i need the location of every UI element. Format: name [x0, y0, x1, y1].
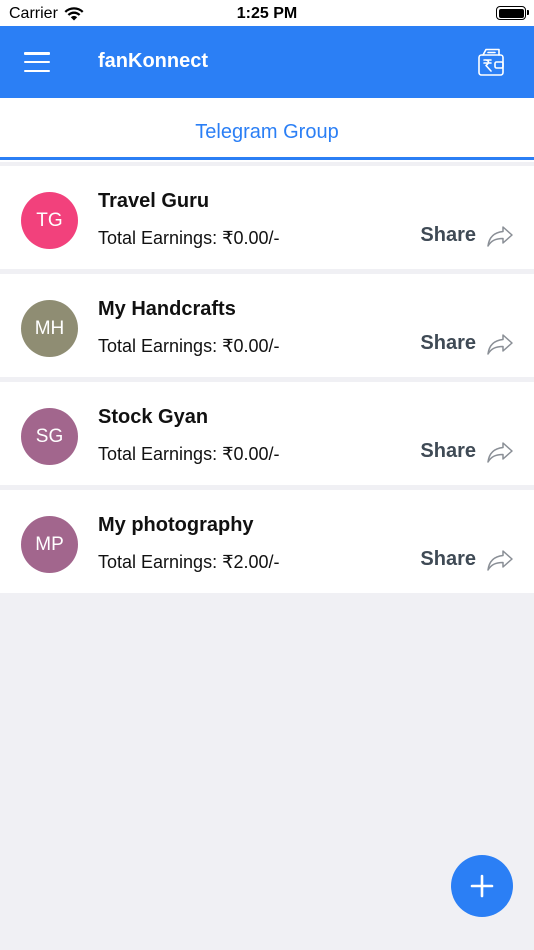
group-name: Stock Gyan [98, 406, 209, 428]
list-item[interactable]: TG Travel Guru Total Earnings: ₹0.00/- S… [0, 166, 534, 269]
avatar-initials: TG [36, 209, 63, 231]
add-group-button[interactable] [451, 855, 513, 917]
rupee-wallet-icon[interactable] [477, 47, 505, 77]
share-button[interactable]: Share [420, 440, 514, 463]
list-item[interactable]: SG Stock Gyan Total Earnings: ₹0.00/- Sh… [0, 382, 534, 485]
avatar-initials: SG [35, 425, 64, 447]
avatar-initials: MH [34, 317, 65, 339]
plus-icon [470, 874, 494, 898]
group-name: My photography [98, 514, 254, 536]
group-earnings: Total Earnings: ₹2.00/- [98, 552, 280, 572]
share-button[interactable]: Share [420, 224, 514, 247]
share-arrow-icon [487, 225, 513, 247]
share-button[interactable]: Share [420, 332, 514, 355]
app-title: fanKonnect [98, 50, 208, 72]
group-earnings: Total Earnings: ₹0.00/- [98, 444, 280, 464]
share-label: Share [420, 332, 476, 354]
avatar: TG [21, 192, 78, 249]
avatar: SG [21, 408, 78, 465]
hamburger-menu-icon[interactable] [24, 52, 50, 72]
group-name: Travel Guru [98, 190, 210, 212]
share-arrow-icon [487, 333, 513, 355]
status-time: 1:25 PM [236, 5, 298, 22]
share-arrow-icon [487, 549, 513, 571]
app-bar: fanKonnect [0, 26, 534, 98]
tab-bar: Telegram Group [0, 98, 534, 162]
tab-telegram-group[interactable]: Telegram Group [0, 121, 534, 144]
group-list: TG Travel Guru Total Earnings: ₹0.00/- S… [0, 166, 534, 598]
avatar-initials: MP [35, 533, 64, 555]
list-item[interactable]: MH My Handcrafts Total Earnings: ₹0.00/-… [0, 274, 534, 377]
tab-active-indicator [0, 157, 534, 160]
status-bar: Carrier 1:25 PM [0, 0, 534, 26]
share-label: Share [420, 440, 476, 462]
avatar: MH [21, 300, 78, 357]
group-name: My Handcrafts [98, 298, 236, 320]
battery-icon [496, 6, 529, 20]
share-label: Share [420, 224, 476, 246]
group-earnings: Total Earnings: ₹0.00/- [98, 228, 280, 248]
share-arrow-icon [487, 441, 513, 463]
share-label: Share [420, 548, 476, 570]
group-earnings: Total Earnings: ₹0.00/- [98, 336, 280, 356]
list-item[interactable]: MP My photography Total Earnings: ₹2.00/… [0, 490, 534, 593]
share-button[interactable]: Share [420, 548, 514, 571]
avatar: MP [21, 516, 78, 573]
